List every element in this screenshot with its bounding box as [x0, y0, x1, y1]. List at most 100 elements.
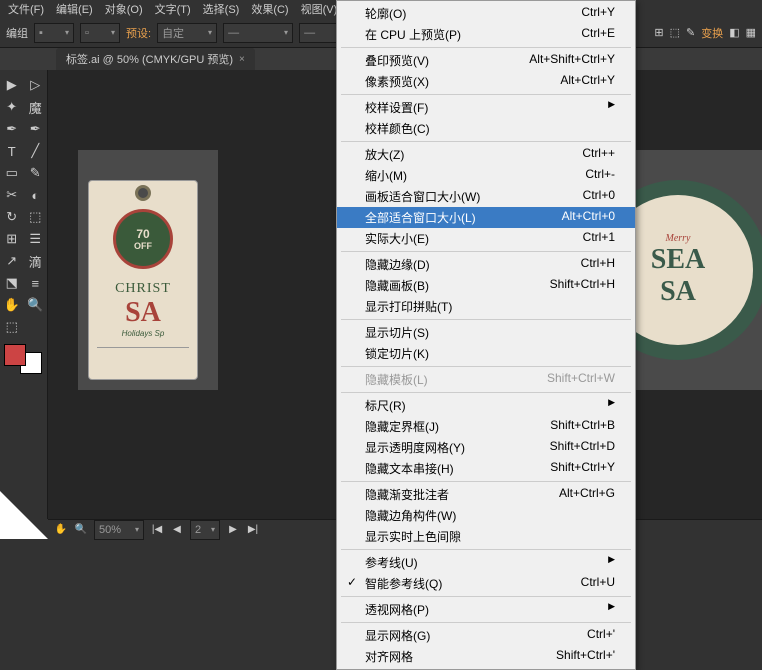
transform-link[interactable]: 变换	[701, 25, 723, 41]
menu-item[interactable]: 锁定切片(K)	[337, 343, 635, 364]
icon-button[interactable]: ⬚	[670, 26, 680, 39]
tool-button[interactable]: ≡	[24, 272, 48, 294]
tool-button[interactable]: ✂	[0, 184, 24, 206]
menu-item[interactable]: 透视网格(P)▶	[337, 599, 635, 620]
zoom-tool-icon[interactable]: 🔍	[74, 523, 88, 537]
menu-item[interactable]: 隐藏定界框(J)Shift+Ctrl+B	[337, 416, 635, 437]
menu-item[interactable]: 选择(S)	[203, 1, 240, 17]
tag-text-line3: Holidays Sp	[89, 329, 197, 338]
tool-button[interactable]: ▶	[0, 74, 24, 96]
tool-button[interactable]: ↗	[0, 250, 24, 272]
artboard-1: 70OFF CHRIST SA Holidays Sp	[78, 150, 218, 390]
separator	[341, 94, 631, 95]
menu-item[interactable]: 隐藏文本串接(H)Shift+Ctrl+Y	[337, 458, 635, 479]
tool-button[interactable]: ⬚	[0, 316, 24, 338]
artboard-nav-dropdown[interactable]: 2▾	[190, 520, 220, 540]
menu-item[interactable]: 对象(O)	[105, 1, 143, 17]
prev-artboard-icon[interactable]: ◀	[170, 523, 184, 537]
menu-item[interactable]: 画板适合窗口大小(W)Ctrl+0	[337, 186, 635, 207]
menu-item[interactable]: 显示打印拼贴(T)	[337, 296, 635, 317]
menu-item[interactable]: 叠印预览(V)Alt+Shift+Ctrl+Y	[337, 50, 635, 71]
icon-button[interactable]: ✎	[686, 26, 695, 39]
tag-text-line1: CHRIST	[89, 281, 197, 297]
tool-button[interactable]: ✒	[0, 118, 24, 140]
menu-item[interactable]: 文字(T)	[155, 1, 191, 17]
hand-tool-icon[interactable]: ✋	[54, 523, 68, 537]
menu-item[interactable]: 显示实时上色间隙	[337, 526, 635, 547]
close-icon[interactable]: ×	[239, 54, 245, 65]
tool-button[interactable]: ◐	[24, 184, 48, 206]
fill-swatch-dropdown[interactable]: ▪▾	[34, 23, 74, 43]
selection-type-label: 编组	[6, 25, 28, 41]
opt-dropdown-1[interactable]: —▾	[223, 23, 293, 43]
next-artboard-icon[interactable]: ▶	[226, 523, 240, 537]
icon-button[interactable]: ◧	[729, 26, 739, 39]
menu-item[interactable]: 缩小(M)Ctrl+-	[337, 165, 635, 186]
tool-button[interactable]: ▭	[0, 162, 24, 184]
icon-button[interactable]: ⊞	[654, 26, 663, 39]
menu-item[interactable]: 全部适合窗口大小(L)Alt+Ctrl+0	[337, 207, 635, 228]
tool-panel: ▶▷✦魔✒✒T╱▭✎✂◐↻⬚⊞☰↗滴⬔≡✋🔍⬚	[0, 70, 48, 519]
tool-button[interactable]: ⊞	[0, 228, 24, 250]
separator	[341, 622, 631, 623]
view-menu-dropdown: 轮廓(O)Ctrl+Y在 CPU 上预览(P)Ctrl+E 叠印预览(V)Alt+…	[336, 0, 636, 670]
menu-item[interactable]: 视图(V)	[301, 1, 338, 17]
tool-button[interactable]: ⬔	[0, 272, 24, 294]
document-tab[interactable]: 标签.ai @ 50% (CMYK/GPU 预览) ×	[56, 48, 255, 70]
tool-button[interactable]: ⬚	[24, 206, 48, 228]
separator	[341, 47, 631, 48]
menu-item[interactable]: 文件(F)	[8, 1, 44, 17]
tool-button[interactable]	[24, 316, 48, 338]
preset-dropdown[interactable]: 自定▾	[157, 23, 217, 43]
menu-item[interactable]: 显示切片(S)	[337, 322, 635, 343]
separator	[341, 549, 631, 550]
menu-item[interactable]: 隐藏渐变批注者Alt+Ctrl+G	[337, 484, 635, 505]
tool-button[interactable]: ✦	[0, 96, 24, 118]
separator	[341, 141, 631, 142]
page-corner-fold	[0, 491, 48, 539]
tool-button[interactable]: ✎	[24, 162, 48, 184]
last-artboard-icon[interactable]: ▶|	[246, 523, 260, 537]
tool-button[interactable]: ↻	[0, 206, 24, 228]
menu-item[interactable]: 参考线(U)▶	[337, 552, 635, 573]
menu-item[interactable]: 显示透明度网格(Y)Shift+Ctrl+D	[337, 437, 635, 458]
tag-ornament	[97, 347, 189, 371]
menu-item[interactable]: 轮廓(O)Ctrl+Y	[337, 3, 635, 24]
menu-item[interactable]: 效果(C)	[251, 1, 288, 17]
menu-item[interactable]: 实际大小(E)Ctrl+1	[337, 228, 635, 249]
menu-item[interactable]: 隐藏画板(B)Shift+Ctrl+H	[337, 275, 635, 296]
menu-item[interactable]: 隐藏边角构件(W)	[337, 505, 635, 526]
menu-item[interactable]: 显示网格(G)Ctrl+'	[337, 625, 635, 646]
menu-item: 隐藏模板(L)Shift+Ctrl+W	[337, 369, 635, 390]
tool-button[interactable]: T	[0, 140, 24, 162]
menu-item[interactable]: 对齐网格Shift+Ctrl+'	[337, 646, 635, 667]
color-swatch[interactable]	[4, 344, 42, 374]
icon-button[interactable]: ▦	[746, 26, 756, 39]
tool-button[interactable]: ☰	[24, 228, 48, 250]
menu-item[interactable]: 标尺(R)▶	[337, 395, 635, 416]
tool-button[interactable]: 魔	[24, 96, 48, 118]
tool-button[interactable]: ✒	[24, 118, 48, 140]
menu-item[interactable]: 在 CPU 上预览(P)Ctrl+E	[337, 24, 635, 45]
menu-item[interactable]: 智能参考线(Q)Ctrl+U	[337, 573, 635, 594]
menu-item[interactable]: 像素预览(X)Alt+Ctrl+Y	[337, 71, 635, 92]
menu-item[interactable]: 隐藏边缘(D)Ctrl+H	[337, 254, 635, 275]
tool-button[interactable]: 🔍	[24, 294, 48, 316]
tag-text-line2: SA	[89, 297, 197, 329]
tag-hole	[135, 185, 151, 201]
separator	[341, 481, 631, 482]
fg-swatch[interactable]	[4, 344, 26, 366]
tool-button[interactable]: ✋	[0, 294, 24, 316]
first-artboard-icon[interactable]: |◀	[150, 523, 164, 537]
tool-button[interactable]: 滴	[24, 250, 48, 272]
tool-button[interactable]: ▷	[24, 74, 48, 96]
menu-item[interactable]: 编辑(E)	[56, 1, 93, 17]
tool-button[interactable]: ╱	[24, 140, 48, 162]
menu-item[interactable]: 放大(Z)Ctrl++	[337, 144, 635, 165]
separator	[341, 392, 631, 393]
menu-item[interactable]: 校样颜色(C)	[337, 118, 635, 139]
menu-item[interactable]: 校样设置(F)▶	[337, 97, 635, 118]
stroke-swatch-dropdown[interactable]: ▫▾	[80, 23, 120, 43]
zoom-level-dropdown[interactable]: 50%▾	[94, 520, 144, 540]
tab-title: 标签.ai @ 50% (CMYK/GPU 预览)	[66, 51, 233, 67]
